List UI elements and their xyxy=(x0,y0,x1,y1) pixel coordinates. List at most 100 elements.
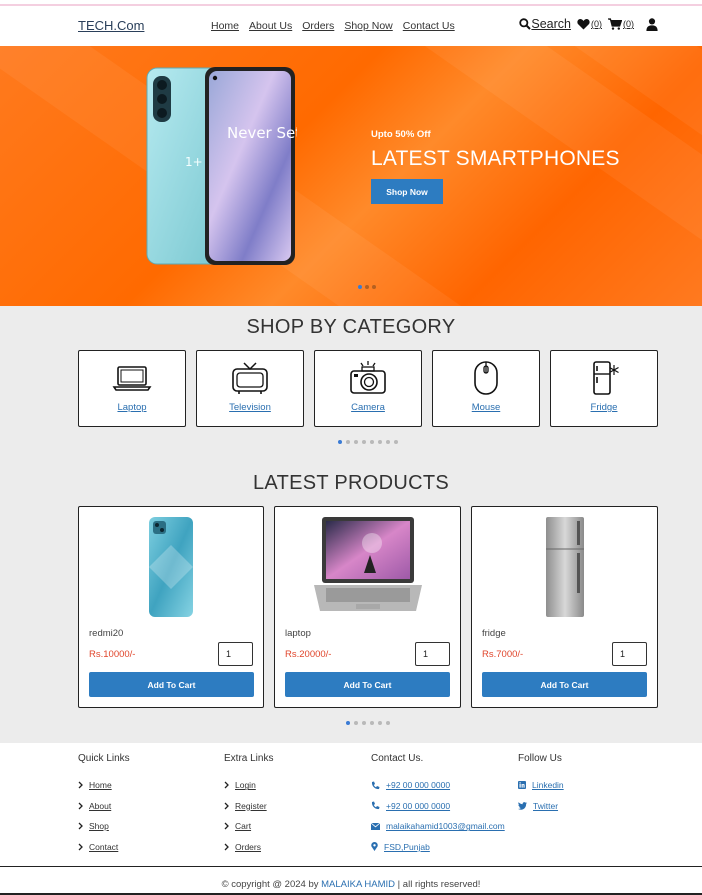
footer-quick-links: Quick Links Home About Shop Contact xyxy=(78,753,130,857)
laptop-icon xyxy=(112,366,152,391)
footer-link-login[interactable]: Login xyxy=(224,775,273,796)
footer-link-register[interactable]: Register xyxy=(224,796,273,817)
product-dot[interactable] xyxy=(386,721,390,725)
user-icon[interactable] xyxy=(646,17,658,31)
add-to-cart-button[interactable]: Add To Cart xyxy=(285,672,450,697)
category-mouse[interactable]: Mouse xyxy=(432,350,540,427)
product-card: fridge Rs.7000/- 1 Add To Cart xyxy=(471,506,658,708)
category-dot[interactable] xyxy=(386,440,390,444)
add-to-cart-button[interactable]: Add To Cart xyxy=(89,672,254,697)
nav-about[interactable]: About Us xyxy=(249,20,292,32)
copyright: © copyright @ 2024 by MALAIKA HAMID | al… xyxy=(0,879,702,890)
nav-shop[interactable]: Shop Now xyxy=(344,20,392,32)
hero-shop-now-button[interactable]: Shop Now xyxy=(371,179,443,204)
nav-contact[interactable]: Contact Us xyxy=(403,20,455,32)
footer-link-label: Home xyxy=(89,780,112,791)
hero-banner: 1+ Never Settle Upto 50% Off LATEST SMAR… xyxy=(0,46,702,306)
footer-link-shop[interactable]: Shop xyxy=(78,816,130,837)
product-image-phone xyxy=(79,515,263,619)
category-dot[interactable] xyxy=(362,440,366,444)
map-pin-icon xyxy=(371,842,378,852)
hero-carousel-dots xyxy=(358,285,376,289)
hero-dot[interactable] xyxy=(358,285,362,289)
product-card: redmi20 Rs.10000/- 1 Add To Cart xyxy=(78,506,264,708)
footer-link-contact[interactable]: Contact xyxy=(78,837,130,858)
copyright-author: MALAIKA HAMID xyxy=(321,879,396,890)
footer-email[interactable]: malaikahamid1003@gmail.com xyxy=(371,816,505,837)
phone-icon xyxy=(371,801,380,810)
nav-home[interactable]: Home xyxy=(211,20,239,32)
search-link[interactable]: Search xyxy=(519,17,571,31)
quantity-input[interactable]: 1 xyxy=(415,642,450,666)
category-laptop[interactable]: Laptop xyxy=(78,350,186,427)
mouse-icon xyxy=(474,361,498,395)
quantity-input[interactable]: 1 xyxy=(218,642,253,666)
product-name: laptop xyxy=(285,628,311,639)
main-nav: Home About Us Orders Shop Now Contact Us xyxy=(211,20,455,32)
chevron-right-icon xyxy=(78,822,83,830)
footer-heading: Contact Us. xyxy=(371,753,424,764)
chevron-right-icon xyxy=(224,822,229,830)
category-list: Laptop Television Camera Mouse Fridge xyxy=(78,350,658,427)
hero-title: LATEST SMARTPHONES xyxy=(371,147,620,170)
cart-count: (0) xyxy=(623,19,634,29)
footer-contact-label: FSD,Punjab xyxy=(384,841,430,852)
footer-link-label: Cart xyxy=(235,821,252,832)
footer-twitter[interactable]: Twitter xyxy=(518,796,564,817)
category-fridge[interactable]: Fridge xyxy=(550,350,658,427)
cart-link[interactable]: (0) xyxy=(608,18,634,30)
footer-heading: Extra Links xyxy=(224,753,274,764)
category-carousel-dots xyxy=(338,440,398,444)
footer-phone-2[interactable]: +92 00 000 0000 xyxy=(371,796,505,817)
product-dot[interactable] xyxy=(370,721,374,725)
footer-location[interactable]: FSD,Punjab xyxy=(371,837,505,858)
footer-contact: Contact Us. +92 00 000 0000 +92 00 000 0… xyxy=(371,753,505,857)
products-title: LATEST PRODUCTS xyxy=(252,472,449,494)
product-image-fridge xyxy=(472,515,657,619)
category-television[interactable]: Television xyxy=(196,350,304,427)
footer-phone-1[interactable]: +92 00 000 0000 xyxy=(371,775,505,796)
product-name: redmi20 xyxy=(89,628,124,639)
hero-dot[interactable] xyxy=(365,285,369,289)
category-camera[interactable]: Camera xyxy=(314,350,422,427)
twitter-icon xyxy=(518,801,527,810)
product-dot[interactable] xyxy=(354,721,358,725)
product-price: Rs.10000/- xyxy=(89,649,136,660)
product-name: fridge xyxy=(482,628,506,639)
add-to-cart-button[interactable]: Add To Cart xyxy=(482,672,647,697)
footer-extra-links: Extra Links Login Register Cart Orders xyxy=(224,753,273,857)
footer-follow: Follow Us Linkedin Twitter xyxy=(518,753,564,816)
hero-phone-image: 1+ Never Settle xyxy=(145,66,320,271)
category-dot[interactable] xyxy=(378,440,382,444)
footer-link-label: Orders xyxy=(235,841,261,852)
nav-orders[interactable]: Orders xyxy=(302,20,334,32)
category-label: Television xyxy=(229,402,271,413)
footer-link-about[interactable]: About xyxy=(78,796,130,817)
chevron-right-icon xyxy=(224,843,229,851)
category-dot[interactable] xyxy=(354,440,358,444)
hero-dot[interactable] xyxy=(372,285,376,289)
brand-logo[interactable]: TECH.Com xyxy=(78,18,144,33)
footer-linkedin[interactable]: Linkedin xyxy=(518,775,564,796)
category-dot[interactable] xyxy=(370,440,374,444)
category-dot[interactable] xyxy=(338,440,342,444)
chevron-right-icon xyxy=(78,781,83,789)
television-icon xyxy=(232,362,268,394)
product-dot[interactable] xyxy=(378,721,382,725)
product-dot[interactable] xyxy=(346,721,350,725)
product-list: redmi20 Rs.10000/- 1 Add To Cart laptop … xyxy=(78,506,658,708)
product-carousel-dots xyxy=(346,721,390,725)
footer-link-orders[interactable]: Orders xyxy=(224,837,273,858)
copyright-pre: © copyright @ 2024 by xyxy=(221,879,322,890)
product-dot[interactable] xyxy=(362,721,366,725)
footer-link-cart[interactable]: Cart xyxy=(224,816,273,837)
fridge-icon xyxy=(593,361,619,395)
category-dot[interactable] xyxy=(346,440,350,444)
category-label: Camera xyxy=(351,402,385,413)
chevron-right-icon xyxy=(78,843,83,851)
footer-link-label: Contact xyxy=(89,841,119,852)
wishlist-link[interactable]: (0) xyxy=(577,18,602,30)
quantity-input[interactable]: 1 xyxy=(612,642,647,666)
footer-link-home[interactable]: Home xyxy=(78,775,130,796)
category-dot[interactable] xyxy=(394,440,398,444)
